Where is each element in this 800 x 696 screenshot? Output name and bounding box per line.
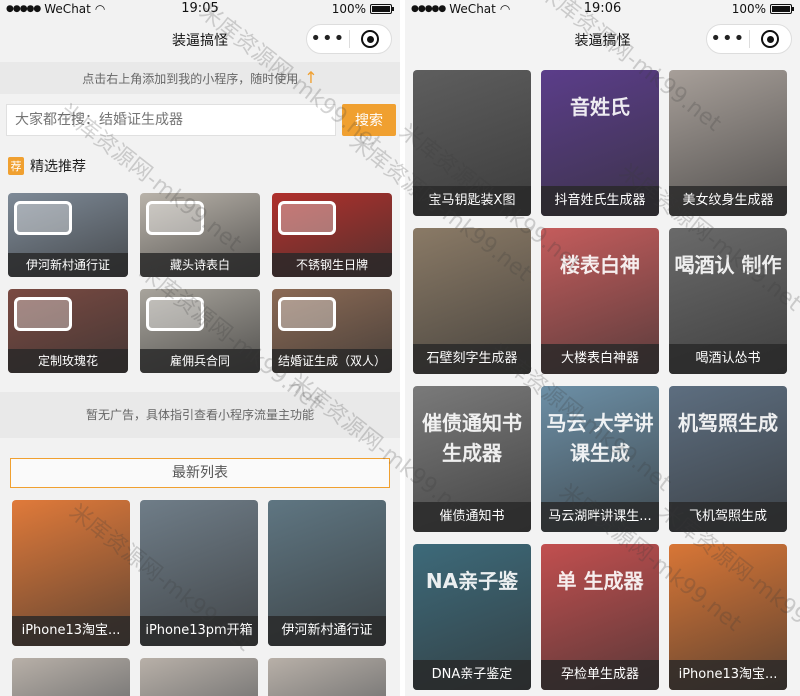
battery-percent: 100% (331, 2, 366, 16)
card-art-text: 单 生成器 (556, 569, 644, 593)
card-label: 飞机驾照生成 (669, 502, 787, 532)
card-art-text: 音姓氏 (570, 95, 630, 119)
search-button[interactable]: 搜索 (342, 104, 396, 136)
left-screen: ●●●●● WeChat ◠ 19:05 100% 装逼搞怪 ••• 点击右上角添加… (0, 0, 400, 696)
featured-card[interactable]: 伊河新村通行证 (8, 193, 128, 277)
grid-card[interactable]: 石壁刻字生成器 (413, 228, 531, 374)
grid-card[interactable]: 美女纹身生成器 (669, 70, 787, 216)
card-thumbnail (146, 201, 204, 235)
mini-program-capsule: ••• (306, 24, 392, 54)
card-art-text: 马云 大学讲课生成 (546, 411, 654, 465)
card-label: iPhone13pm开箱 (140, 616, 258, 646)
grid-card[interactable]: 机驾照生成飞机驾照生成 (669, 386, 787, 532)
card-label: iPhone13淘宝... (669, 660, 787, 690)
card-label: 大楼表白神器 (541, 344, 659, 374)
card-art-text: 楼表白神 (560, 253, 640, 277)
ad-placeholder: 暂无广告，具体指引查看小程序流量主功能 (0, 392, 400, 438)
featured-card[interactable]: 结婚证生成（双人） (272, 289, 392, 373)
more-icon[interactable]: ••• (307, 30, 349, 48)
card-label: 伊河新村通行证 (268, 616, 386, 646)
grid-card[interactable]: iPhone13淘宝... (669, 544, 787, 690)
battery-icon (770, 4, 794, 14)
close-icon[interactable] (749, 30, 791, 48)
card-label: 伊河新村通行证 (8, 253, 128, 277)
latest-card-partial[interactable] (140, 658, 258, 696)
card-label: 定制玫瑰花 (8, 349, 128, 373)
card-label: 美女纹身生成器 (669, 186, 787, 216)
card-art-text: 机驾照生成 (678, 411, 778, 435)
grid-card[interactable]: 单 生成器孕检单生成器 (541, 544, 659, 690)
card-label: iPhone13淘宝... (12, 616, 130, 646)
card-label: DNA亲子鉴定 (413, 660, 531, 690)
latest-card[interactable]: iPhone13淘宝... (12, 500, 130, 646)
featured-section-title: 荐 精选推荐 (8, 156, 86, 176)
card-label: 喝酒认怂书 (669, 344, 787, 374)
recommend-badge: 荐 (8, 157, 24, 175)
card-label: 抖音姓氏生成器 (541, 186, 659, 216)
card-art-text: 喝酒认 制作 (674, 253, 782, 277)
add-tip-bar: 点击右上角添加到我的小程序，随时使用 ↑ (0, 62, 400, 94)
close-icon[interactable] (349, 30, 391, 48)
latest-card-partial[interactable] (268, 658, 386, 696)
card-art-text: 催债通知书 生成器 (422, 411, 522, 465)
card-label: 马云湖畔讲课生... (541, 502, 659, 532)
up-arrow-icon: ↑ (304, 68, 318, 87)
latest-card[interactable]: iPhone13pm开箱 (140, 500, 258, 646)
featured-card[interactable]: 定制玫瑰花 (8, 289, 128, 373)
card-label: 结婚证生成（双人） (272, 349, 392, 373)
card-art-text: NA亲子鉴 (425, 569, 519, 593)
grid-card[interactable]: 宝马钥匙装X图 (413, 70, 531, 216)
nav-bar: 装逼搞怪 ••• (405, 22, 800, 56)
status-bar: ●●●●● WeChat ◠ 19:05 100% (0, 0, 400, 18)
nav-bar: 装逼搞怪 ••• (0, 22, 400, 56)
more-icon[interactable]: ••• (707, 30, 749, 48)
latest-card[interactable]: 伊河新村通行证 (268, 500, 386, 646)
featured-card[interactable]: 藏头诗表白 (140, 193, 260, 277)
grid-card[interactable]: 喝酒认 制作喝酒认怂书 (669, 228, 787, 374)
card-label: 孕检单生成器 (541, 660, 659, 690)
card-label: 雇佣兵合同 (140, 349, 260, 373)
status-bar: ●●●●● WeChat ◠ 19:06 100% (405, 0, 800, 18)
right-screen: ●●●●● WeChat ◠ 19:06 100% 装逼搞怪 ••• 宝马钥匙装X图… (405, 0, 800, 696)
search-input[interactable] (6, 104, 336, 136)
mini-program-capsule: ••• (706, 24, 792, 54)
latest-card-partial[interactable] (12, 658, 130, 696)
featured-card[interactable]: 雇佣兵合同 (140, 289, 260, 373)
card-label: 石壁刻字生成器 (413, 344, 531, 374)
grid-card[interactable]: 催债通知书 生成器催债通知书 (413, 386, 531, 532)
battery-percent: 100% (731, 2, 766, 16)
card-thumbnail (278, 201, 336, 235)
grid-card[interactable]: 马云 大学讲课生成马云湖畔讲课生... (541, 386, 659, 532)
card-label: 不锈钢生日牌 (272, 253, 392, 277)
card-thumbnail (14, 297, 72, 331)
grid-card[interactable]: 楼表白神大楼表白神器 (541, 228, 659, 374)
grid-card[interactable]: 音姓氏抖音姓氏生成器 (541, 70, 659, 216)
card-thumbnail (278, 297, 336, 331)
card-thumbnail (146, 297, 204, 331)
grid-card[interactable]: NA亲子鉴 DNA亲子鉴定 (413, 544, 531, 690)
card-label: 催债通知书 (413, 502, 531, 532)
card-thumbnail (14, 201, 72, 235)
featured-card[interactable]: 不锈钢生日牌 (272, 193, 392, 277)
add-tip-text: 点击右上角添加到我的小程序，随时使用 (82, 72, 299, 86)
featured-title: 精选推荐 (30, 159, 86, 175)
card-label: 宝马钥匙装X图 (413, 186, 531, 216)
latest-list-header: 最新列表 (10, 458, 390, 488)
card-label: 藏头诗表白 (140, 253, 260, 277)
battery-icon (370, 4, 394, 14)
